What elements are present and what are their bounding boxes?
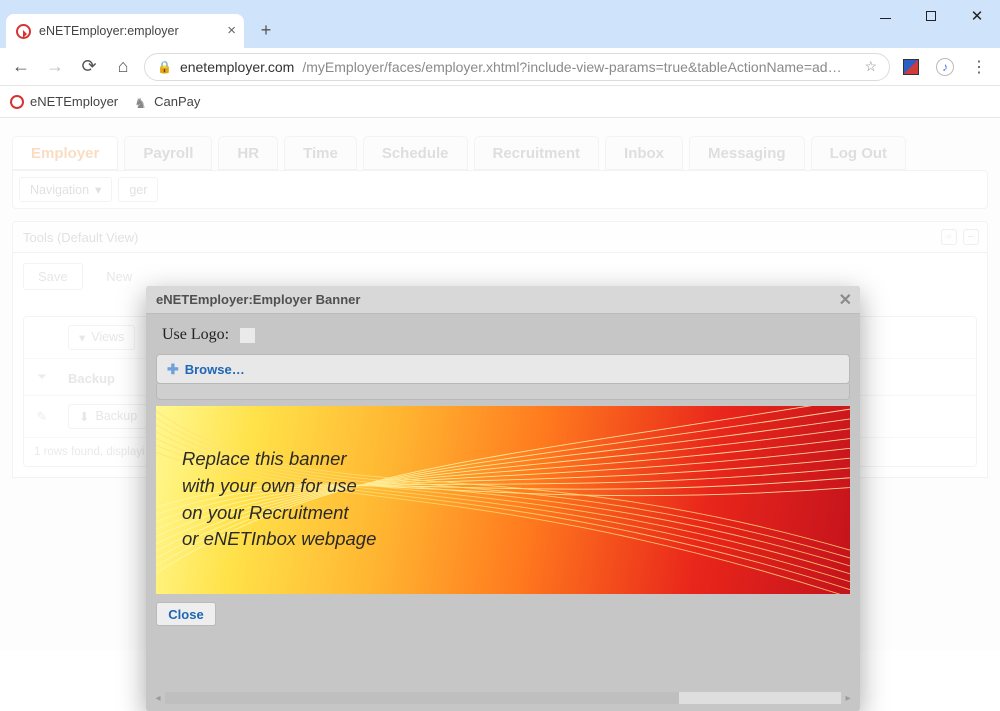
window-controls: ✕: [862, 0, 1000, 32]
bookmark-icon: [10, 95, 24, 109]
reload-button[interactable]: ⟳: [76, 54, 102, 80]
forward-button[interactable]: →: [42, 54, 68, 80]
tab-title: eNETEmployer:employer: [39, 24, 179, 38]
scroll-right-icon[interactable]: ▸: [842, 693, 854, 704]
scroll-left-icon[interactable]: ◂: [152, 693, 164, 704]
close-window-button[interactable]: ✕: [954, 0, 1000, 32]
close-icon[interactable]: ✕: [839, 290, 852, 310]
scrollbar-track[interactable]: [164, 691, 842, 705]
window-titlebar: eNETEmployer:employer × + ✕: [0, 0, 1000, 48]
url-domain: enetemployer.com: [180, 59, 294, 75]
url-path: /myEmployer/faces/employer.xhtml?include…: [302, 59, 841, 75]
extension-2-icon[interactable]: ♪: [932, 54, 958, 80]
address-bar: ← → ⟳ ⌂ 🔒 enetemployer.com/myEmployer/fa…: [0, 48, 1000, 86]
lock-icon: 🔒: [157, 60, 172, 74]
use-logo-label: Use Logo:: [162, 326, 229, 344]
maximize-button[interactable]: [908, 0, 954, 32]
dialog-scrollbar[interactable]: ◂ ▸: [152, 690, 854, 706]
bookmark-icon: ♞: [134, 95, 148, 109]
close-tab-icon[interactable]: ×: [227, 23, 236, 38]
bookmark-canpay[interactable]: ♞CanPay: [134, 94, 200, 109]
bookmarks-bar: eNETEmployer ♞CanPay: [0, 86, 1000, 118]
banner-text: Replace this banner with your own for us…: [182, 446, 376, 553]
employer-banner-dialog: eNETEmployer:Employer Banner ✕ Use Logo:…: [146, 286, 860, 711]
upload-strip: [156, 384, 850, 400]
new-tab-button[interactable]: +: [252, 16, 280, 44]
tab-favicon: [16, 24, 31, 39]
bookmark-enetemployer[interactable]: eNETEmployer: [10, 94, 118, 109]
plus-icon: ✚: [167, 361, 179, 378]
kebab-menu-icon[interactable]: ⋮: [966, 54, 992, 80]
dialog-header[interactable]: eNETEmployer:Employer Banner ✕: [146, 286, 860, 314]
close-button[interactable]: Close: [156, 602, 216, 626]
star-icon[interactable]: ☆: [864, 58, 877, 75]
url-field[interactable]: 🔒 enetemployer.com/myEmployer/faces/empl…: [144, 53, 890, 81]
banner-preview: Replace this banner with your own for us…: [156, 406, 850, 594]
extension-1-icon[interactable]: [898, 54, 924, 80]
home-button[interactable]: ⌂: [110, 54, 136, 80]
browse-button[interactable]: ✚ Browse…: [156, 354, 850, 384]
scrollbar-thumb[interactable]: [165, 692, 679, 704]
dialog-title: eNETEmployer:Employer Banner: [156, 292, 360, 307]
use-logo-checkbox[interactable]: [239, 327, 256, 344]
browser-tab[interactable]: eNETEmployer:employer ×: [6, 14, 244, 48]
minimize-button[interactable]: [862, 0, 908, 32]
back-button[interactable]: ←: [8, 54, 34, 80]
